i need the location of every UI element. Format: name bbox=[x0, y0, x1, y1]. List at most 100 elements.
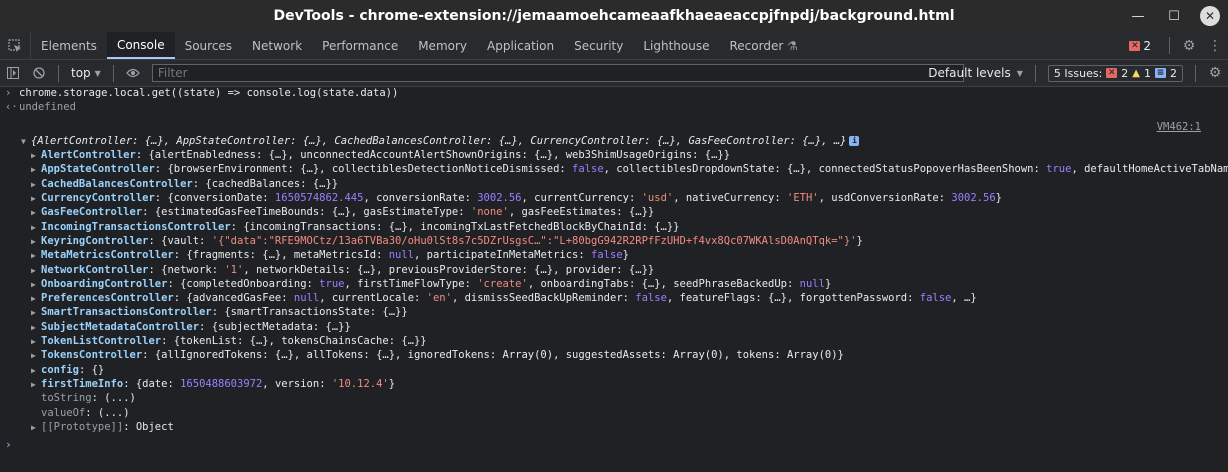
property-row[interactable]: ▶ TokensController: {allIgnoredTokens: {…… bbox=[0, 348, 1228, 362]
tab-security[interactable]: Security bbox=[564, 32, 633, 59]
property-row-valueof[interactable]: valueOf: (...) bbox=[0, 406, 1228, 420]
property-value-segment: , defaultHomeActiveTabName: bbox=[1071, 163, 1228, 176]
sidebar-toggle-icon[interactable] bbox=[0, 67, 26, 79]
property-row[interactable]: ▶ AppStateController: {browserEnvironment… bbox=[0, 162, 1228, 176]
property-row[interactable]: ▶ TokenListController: {tokenList: {…}, t… bbox=[0, 334, 1228, 348]
property-value-segment: {advancedGasFee: bbox=[186, 292, 294, 305]
property-value-segment: , nativeCurrency: bbox=[673, 192, 788, 205]
more-options-icon[interactable]: ⋮ bbox=[1202, 38, 1228, 54]
expand-triangle-icon[interactable]: ▶ bbox=[31, 192, 41, 205]
property-key: AppStateController bbox=[41, 163, 155, 176]
property-value-segment: {incomingTransactions: {…}, incomingTxLa… bbox=[243, 220, 680, 233]
inspect-element-icon[interactable] bbox=[0, 32, 31, 59]
console-output[interactable]: › chrome.storage.local.get((state) => co… bbox=[0, 86, 1228, 472]
property-row-tostring[interactable]: toString: (...) bbox=[0, 391, 1228, 405]
expand-triangle-icon[interactable]: ▶ bbox=[31, 163, 41, 176]
property-value-segment: null bbox=[293, 292, 320, 305]
expand-triangle-icon[interactable]: ▶ bbox=[31, 264, 41, 277]
property-row[interactable]: ▶ SmartTransactionsController: {smartTran… bbox=[0, 305, 1228, 319]
property-row-prototype[interactable]: ▶ [[Prototype]]: Object bbox=[0, 420, 1228, 434]
tab-console[interactable]: Console bbox=[106, 32, 175, 59]
property-value-segment: {conversionDate: bbox=[167, 192, 275, 205]
property-value-segment: false bbox=[572, 163, 604, 176]
console-prompt-icon[interactable]: › bbox=[5, 438, 12, 451]
property-row[interactable]: ▶ AlertController: {alertEnabledness: {…}… bbox=[0, 148, 1228, 162]
object-root-line[interactable]: ▼ {AlertController: {…}, AppStateControll… bbox=[0, 134, 1228, 148]
console-settings-gear-icon[interactable]: ⚙ bbox=[1202, 65, 1228, 81]
property-key: CachedBalancesController bbox=[41, 177, 193, 190]
property-value-segment: , currentLocale: bbox=[319, 292, 427, 305]
property-value: Object bbox=[135, 420, 174, 433]
console-input-line: › chrome.storage.local.get((state) => co… bbox=[0, 86, 1228, 100]
expand-triangle-icon[interactable]: ▶ bbox=[31, 221, 41, 234]
tab-network[interactable]: Network bbox=[242, 32, 312, 59]
issues-counter-button[interactable]: 5 Issues: ✕ 2 ▲ 1 ≡ 2 bbox=[1047, 64, 1183, 82]
property-value-segment: } bbox=[995, 192, 1002, 205]
expand-triangle-icon[interactable]: ▶ bbox=[31, 378, 41, 391]
property-value-segment: 'usd' bbox=[641, 192, 674, 205]
expand-triangle-icon[interactable]: ▶ bbox=[31, 292, 41, 305]
property-row[interactable]: ▶ config: {} bbox=[0, 363, 1228, 377]
property-row[interactable]: ▶ CurrencyController: {conversionDate: 16… bbox=[0, 191, 1228, 205]
property-value-segment: true bbox=[1046, 163, 1072, 176]
expand-triangle-icon[interactable]: ▶ bbox=[31, 364, 41, 377]
expand-triangle-icon[interactable]: ▶ bbox=[31, 249, 41, 262]
expand-triangle-icon[interactable]: ▼ bbox=[21, 135, 31, 148]
property-row[interactable]: ▶ NetworkController: {network: '1', netwo… bbox=[0, 263, 1228, 277]
log-levels-dropdown[interactable]: Default levels ▼ bbox=[922, 66, 1029, 80]
property-value-segment: } bbox=[824, 277, 832, 290]
source-link[interactable]: VM462:1 bbox=[1157, 120, 1201, 134]
expand-triangle-icon[interactable]: ▶ bbox=[31, 235, 41, 248]
filter-input[interactable] bbox=[151, 64, 964, 82]
clear-console-icon[interactable] bbox=[26, 67, 52, 79]
error-count: 2 bbox=[1143, 38, 1151, 53]
tab-sources[interactable]: Sources bbox=[175, 32, 242, 59]
tab-recorder[interactable]: Recorder ⚗ bbox=[720, 32, 808, 59]
expand-triangle-icon[interactable]: ▶ bbox=[31, 335, 41, 348]
property-key: TokensController bbox=[41, 349, 143, 362]
property-row[interactable]: ▶ CachedBalancesController: {cachedBalanc… bbox=[0, 177, 1228, 191]
close-window-button[interactable]: ✕ bbox=[1192, 0, 1228, 32]
expand-triangle-icon[interactable]: ▶ bbox=[31, 149, 41, 162]
tab-elements[interactable]: Elements bbox=[31, 32, 107, 59]
property-row[interactable]: ▶ PreferencesController: {advancedGasFee:… bbox=[0, 291, 1228, 305]
error-count-badge[interactable]: ✕ 2 bbox=[1129, 39, 1151, 53]
tab-memory[interactable]: Memory bbox=[408, 32, 477, 59]
property-row[interactable]: ▶ SubjectMetadataController: {subjectMeta… bbox=[0, 320, 1228, 334]
property-row[interactable]: ▶ MetaMetricsController: {fragments: {…},… bbox=[0, 248, 1228, 262]
log-levels-label: Default levels bbox=[928, 66, 1011, 80]
property-row[interactable]: ▶ IncomingTransactionsController: {incomi… bbox=[0, 220, 1228, 234]
context-label: top bbox=[71, 66, 91, 80]
property-value-segment: 'ETH' bbox=[787, 192, 819, 205]
info-icon[interactable]: i bbox=[849, 136, 860, 146]
property-value-segment: '10.12.4' bbox=[331, 377, 389, 390]
issue-error-icon: ✕ bbox=[1106, 68, 1118, 78]
tab-recorder-label: Recorder bbox=[729, 38, 784, 53]
property-row[interactable]: ▶ GasFeeController: {estimatedGasFeeTimeB… bbox=[0, 205, 1228, 219]
context-selector[interactable]: top ▼ bbox=[65, 66, 107, 80]
expand-triangle-icon[interactable]: ▶ bbox=[31, 206, 41, 219]
property-row[interactable]: ▶ OnboardingController: {completedOnboard… bbox=[0, 277, 1228, 291]
expand-triangle-icon[interactable]: ▶ bbox=[31, 306, 41, 319]
maximize-button[interactable]: ☐ bbox=[1156, 0, 1192, 32]
issues-info-count: 2 bbox=[1170, 66, 1177, 80]
settings-gear-icon[interactable]: ⚙ bbox=[1176, 38, 1202, 54]
devtools-tab-bar: Elements Console Sources Network Perform… bbox=[0, 32, 1228, 60]
expand-triangle-icon[interactable]: ▶ bbox=[31, 278, 41, 291]
tab-lighthouse[interactable]: Lighthouse bbox=[633, 32, 719, 59]
window-titlebar: DevTools - chrome-extension://jemaamoehc… bbox=[0, 0, 1228, 32]
expand-triangle-icon[interactable]: ▶ bbox=[31, 349, 41, 362]
live-expression-eye-icon[interactable] bbox=[120, 68, 146, 78]
expand-triangle-icon[interactable]: ▶ bbox=[31, 178, 41, 191]
minimize-button[interactable]: — bbox=[1120, 0, 1156, 32]
expand-triangle-icon[interactable]: ▶ bbox=[31, 421, 41, 434]
property-key: SmartTransactionsController bbox=[41, 306, 212, 319]
dropdown-arrow-icon: ▼ bbox=[1016, 68, 1023, 78]
issue-warning-icon: ▲ bbox=[1132, 67, 1140, 79]
property-row[interactable]: ▶ firstTimeInfo: {date: 1650488603972, ve… bbox=[0, 377, 1228, 391]
property-row[interactable]: ▶ KeyringController: {vault: '{"data":"RF… bbox=[0, 234, 1228, 248]
tab-performance[interactable]: Performance bbox=[312, 32, 408, 59]
tab-application[interactable]: Application bbox=[477, 32, 564, 59]
property-key: NetworkController bbox=[41, 263, 149, 276]
expand-triangle-icon[interactable]: ▶ bbox=[31, 321, 41, 334]
